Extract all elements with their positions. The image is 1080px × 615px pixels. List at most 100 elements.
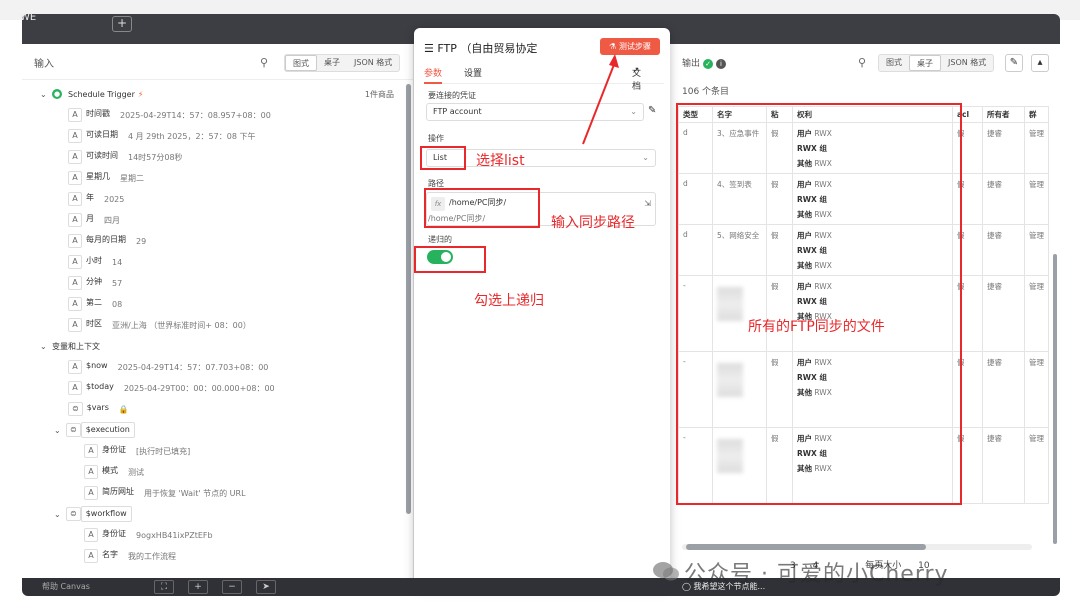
- field-label: 小时: [86, 256, 102, 265]
- input-scrollbar[interactable]: [406, 84, 411, 514]
- tab-parameters[interactable]: 参数: [424, 66, 443, 84]
- execution-field-row[interactable]: A 身份证 [执行时已填充]: [84, 441, 190, 461]
- output-panel-header: 输出 ✓ i ⚲ 图式 桌子 JSON 格式 ✎ ▴: [670, 44, 1060, 80]
- tab-settings[interactable]: 设置: [464, 66, 482, 79]
- chevron-down-icon[interactable]: ⌄: [54, 426, 66, 435]
- annotation-box-output: [676, 103, 962, 505]
- item-count-badge: 1件商品: [364, 90, 394, 99]
- execution-field-row[interactable]: A 模式 测试: [84, 462, 144, 482]
- field-row[interactable]: A 可读时间 14时57分08秒: [68, 147, 183, 167]
- var-row[interactable]: A $now 2025-04-29T14：57：07.703+08：00: [68, 357, 268, 377]
- credential-label: 要连接的凭证: [428, 91, 476, 100]
- field-label: 月: [86, 214, 94, 223]
- cell-owner: 捷睿: [982, 427, 1025, 504]
- type-badge: A: [84, 465, 98, 479]
- field-row[interactable]: A 小时 14: [68, 252, 122, 272]
- annotation-box-operation: [420, 146, 466, 170]
- chevron-down-icon[interactable]: ⌄: [40, 90, 52, 99]
- field-row[interactable]: A 月 四月: [68, 210, 120, 230]
- column-header[interactable]: 群: [1024, 106, 1049, 123]
- field-value: 🔒: [118, 404, 129, 414]
- hscroll-thumb[interactable]: [686, 544, 926, 550]
- vars-section[interactable]: ⌄ 变量和上下文: [40, 336, 100, 356]
- output-search-icon[interactable]: ⚲: [858, 56, 866, 69]
- input-panel: 输入 ⚲ 图式 桌子 JSON 格式 ⌄ ● Schedule Trigger ⚡ 1件…: [22, 44, 414, 578]
- tab-json[interactable]: JSON 格式: [347, 55, 399, 71]
- type-badge: A: [68, 234, 82, 248]
- output-tab-schema[interactable]: 图式: [879, 55, 909, 71]
- zoom-out-icon[interactable]: −: [222, 580, 242, 594]
- dialog-title-text: FTP （自由贸易协定: [437, 42, 538, 55]
- annotation-enter-path: 输入同步路径: [551, 215, 635, 231]
- fit-view-icon[interactable]: ⛶: [154, 580, 174, 594]
- annotation-check-recursive: 勾选上递归: [474, 293, 544, 309]
- field-row[interactable]: A 分钟 57: [68, 273, 122, 293]
- dialog-tabs: 参数 设置 文档 ↗: [424, 66, 664, 92]
- var-row[interactable]: A $today 2025-04-29T00：00：00.000+08：00: [68, 378, 275, 398]
- field-row[interactable]: A 星期几 星期二: [68, 168, 144, 188]
- chevron-down-icon[interactable]: ⌄: [54, 510, 66, 519]
- field-value: 四月: [104, 215, 120, 225]
- type-badge: A: [68, 129, 82, 143]
- type-badge: A: [68, 381, 82, 395]
- field-row[interactable]: A 年 2025: [68, 189, 124, 209]
- test-step-label: 测试步骤: [618, 42, 651, 51]
- field-label: 可读时间: [86, 151, 118, 160]
- field-label: $today: [86, 382, 114, 391]
- trigger-icon: ●: [52, 89, 62, 99]
- type-badge: A: [68, 360, 82, 374]
- execution-node[interactable]: ⌄ ⊜ $execution: [54, 420, 141, 440]
- type-badge: A: [84, 528, 98, 542]
- pin-icon[interactable]: ▴: [1031, 54, 1049, 72]
- workflow-field-row[interactable]: A 身份证 9ogxHB41ixPZtEFb: [84, 525, 213, 545]
- output-tab-json[interactable]: JSON 格式: [941, 55, 993, 71]
- search-icon[interactable]: ⚲: [260, 56, 268, 69]
- annotation-all-files: 所有的FTP同步的文件: [748, 319, 885, 335]
- chevron-down-icon[interactable]: ⌄: [40, 342, 52, 351]
- var-row[interactable]: ⊜ $vars 🔒: [68, 399, 129, 419]
- output-scrollbar[interactable]: [1053, 254, 1057, 544]
- info-icon[interactable]: i: [716, 58, 727, 69]
- execution-field-row[interactable]: A 简历网址 用于恢复 'Wait' 节点的 URL: [84, 483, 246, 503]
- output-hscrollbar[interactable]: [682, 544, 1032, 550]
- chevron-down-icon: ⌄: [630, 107, 637, 116]
- tab-schema[interactable]: 图式: [285, 55, 317, 71]
- field-value: 4 月 29th 2025，2：57：08 下午: [128, 131, 256, 141]
- workflow-field-row[interactable]: A 名字 我的工作流程: [84, 546, 176, 566]
- edit-credential-icon[interactable]: ✎: [648, 105, 656, 116]
- field-label: 可读日期: [86, 130, 118, 139]
- field-label: $now: [86, 361, 108, 370]
- field-row[interactable]: A 时区 亚洲/上海 （世界标准时间+ 08：00）: [68, 315, 251, 335]
- field-value: 测试: [128, 467, 144, 477]
- success-icon: ✓: [703, 58, 714, 69]
- field-label: 简历网址: [102, 487, 134, 496]
- pointer-icon[interactable]: ➤: [256, 580, 276, 594]
- output-tab-table[interactable]: 桌子: [909, 55, 941, 71]
- type-badge: A: [68, 171, 82, 185]
- cell-group: 管理: [1024, 224, 1049, 276]
- trigger-node[interactable]: ⌄ ● Schedule Trigger ⚡: [40, 84, 144, 104]
- field-label: 每月的日期: [86, 235, 126, 244]
- type-badge: A: [68, 150, 82, 164]
- column-header[interactable]: 所有者: [982, 106, 1025, 123]
- expand-icon[interactable]: ⇲: [644, 199, 651, 208]
- annotation-select-list: 选择list: [476, 153, 525, 169]
- credential-value: FTP account: [433, 107, 482, 116]
- workflow-node[interactable]: ⌄ ⊜ $workflow: [54, 504, 138, 524]
- vars-section-label: 变量和上下文: [52, 341, 100, 351]
- tab-table[interactable]: 桌子: [317, 55, 347, 71]
- field-label: 年: [86, 193, 94, 202]
- field-row[interactable]: A 时间戳 2025-04-29T14：57：08.957+08：00: [68, 105, 271, 125]
- type-badge: A: [84, 444, 98, 458]
- field-value: 星期二: [120, 173, 144, 183]
- edit-icon[interactable]: ✎: [1005, 54, 1023, 72]
- type-badge: A: [68, 255, 82, 269]
- zoom-in-icon[interactable]: +: [188, 580, 208, 594]
- add-node-button[interactable]: +: [112, 16, 132, 32]
- input-view-switch: 图式 桌子 JSON 格式: [284, 54, 401, 72]
- operation-label: 操作: [428, 134, 444, 143]
- field-label: 星期几: [86, 172, 110, 181]
- field-row[interactable]: A 第二 08: [68, 294, 122, 314]
- field-row[interactable]: A 每月的日期 29: [68, 231, 146, 251]
- field-row[interactable]: A 可读日期 4 月 29th 2025，2：57：08 下午: [68, 126, 255, 146]
